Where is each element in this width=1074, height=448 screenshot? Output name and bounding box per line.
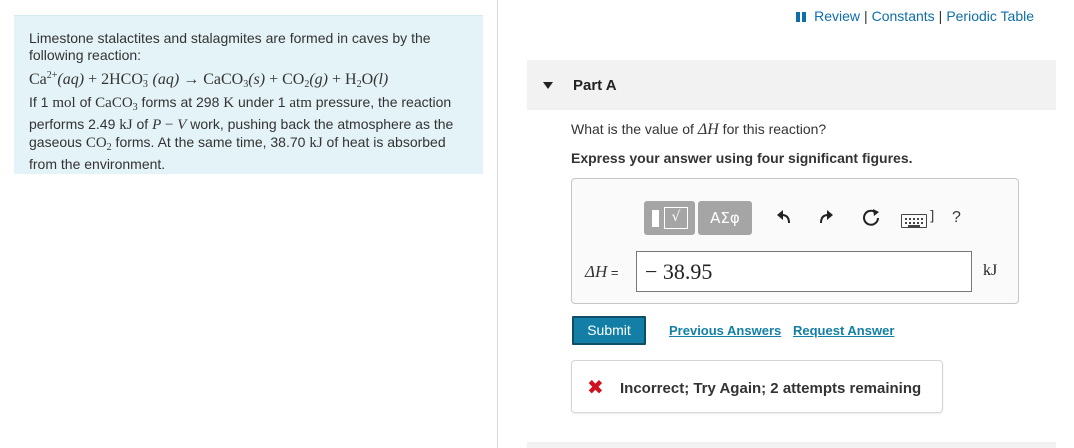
help-button[interactable]: ? [952,209,961,227]
keyboard-icon[interactable] [901,214,927,228]
answer-input[interactable]: − 38.95 [636,251,972,292]
problem-details: If 1 mol of CaCO3 forms at 298 K under 1… [29,94,454,172]
answer-unit: kJ [983,262,998,279]
feedback-text: Incorrect; Try Again; 2 attempts remaini… [620,380,922,397]
panel-divider [497,0,498,448]
link-separator: | [863,8,868,24]
problem-statement: Limestone stalactites and stalagmites ar… [14,15,483,174]
template-box-icon [652,210,659,227]
part-a-header[interactable]: Part A [527,60,1056,110]
periodic-table-link[interactable]: Periodic Table [946,8,1034,24]
question-suffix: for this reaction? [718,121,827,137]
templates-button[interactable]: √ [644,201,695,235]
symbols-button[interactable]: ΑΣφ [698,201,752,235]
resource-links: Review | Constants | Periodic Table [796,8,1034,24]
constants-link[interactable]: Constants [872,8,935,24]
reaction-equation: Ca2+(aq) + 2HCO3− (aq) → CaCO3(s) + CO2(… [29,70,389,90]
question-text: What is the value of ΔH for this reactio… [571,121,826,139]
undo-icon[interactable] [774,208,794,228]
question-symbol: ΔH [697,121,719,138]
answer-instruction: Express your answer using four significa… [571,150,913,166]
next-part-bar [527,442,1056,448]
answer-equals: = [607,265,619,280]
previous-answers-link[interactable]: Previous Answers [669,323,781,338]
reset-icon[interactable] [862,208,882,228]
request-answer-link[interactable]: Request Answer [793,323,894,338]
feedback-message-box: ✖ Incorrect; Try Again; 2 attempts remai… [571,360,943,413]
symbols-label: ΑΣφ [710,209,740,227]
part-title: Part A [573,77,617,94]
answer-box: √ ΑΣφ ] ? ΔH = − 38.95 kJ [571,178,1019,304]
radical-icon: √ [664,207,688,229]
redo-icon[interactable] [816,208,836,228]
book-icon [796,11,807,22]
collapse-triangle-icon[interactable] [543,82,553,89]
review-link[interactable]: Review [814,8,860,24]
question-prefix: What is the value of [571,121,698,137]
incorrect-x-icon: ✖ [587,375,604,399]
keyboard-bracket: ] [929,209,935,225]
answer-label: ΔH = [585,262,618,282]
problem-intro: Limestone stalactites and stalagmites ar… [29,30,431,63]
answer-symbol: ΔH [585,262,608,281]
link-separator: | [938,8,943,24]
submit-button[interactable]: Submit [572,316,646,345]
